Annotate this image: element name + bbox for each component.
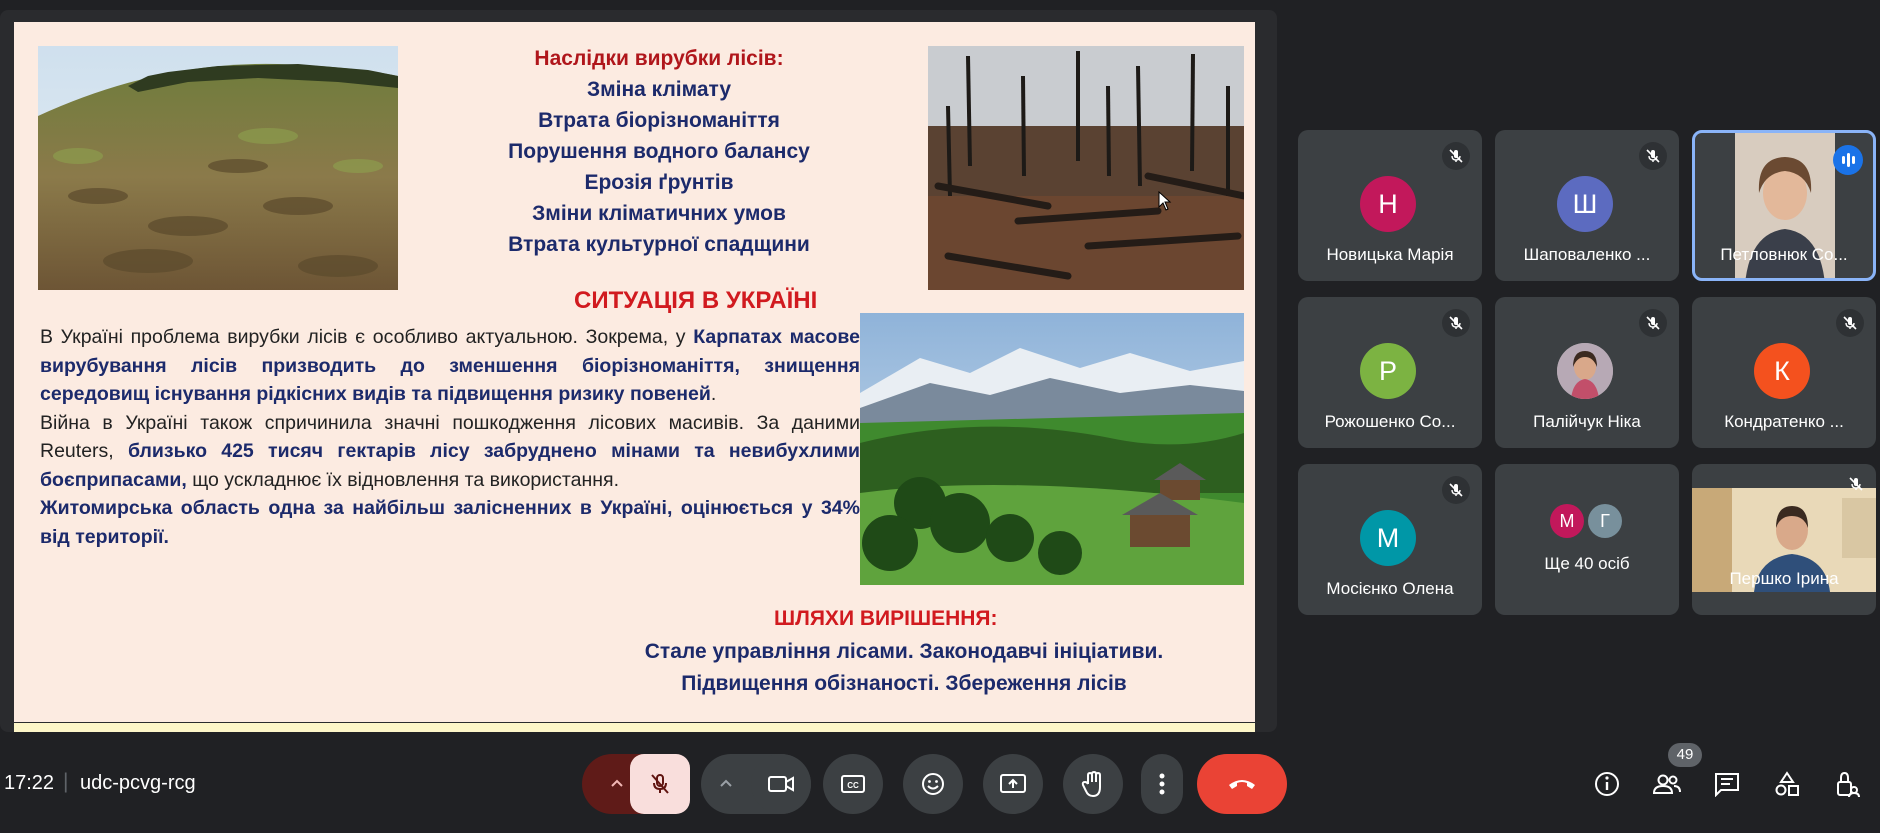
burned-forest-photo [928, 46, 1244, 290]
consequence-item: Ерозія ґрунтів [584, 171, 734, 194]
situation-body: В Україні проблема вирубки лісів є особл… [40, 323, 860, 551]
solutions-line-1: Стале управління лісами. Законодавчі іні… [644, 640, 1164, 663]
mic-off-icon [1442, 142, 1470, 170]
chat-button[interactable] [1707, 764, 1747, 804]
people-count-badge: 49 [1668, 743, 1702, 767]
avatar-photo [1557, 343, 1613, 399]
avatar: Г [1588, 504, 1622, 538]
speaking-indicator-icon [1833, 145, 1863, 175]
avatar: К [1754, 343, 1810, 399]
avatar: Ш [1557, 176, 1613, 232]
participant-tile[interactable]: Першко Ірина [1692, 464, 1876, 615]
info-icon [1595, 772, 1619, 796]
paragraph-war: Війна в Україні також спричинила значні … [40, 411, 860, 491]
participant-tile[interactable]: Р Рожошенко Со... [1298, 297, 1482, 448]
mouse-cursor-icon [1158, 191, 1172, 211]
leave-call-button[interactable] [1197, 754, 1287, 814]
avatar: Н [1360, 176, 1416, 232]
people-icon [1652, 774, 1681, 794]
participant-name: Петловнюк Со... [1720, 245, 1848, 264]
next-slide-edge [14, 723, 1255, 732]
avatar: Р [1360, 343, 1416, 399]
participant-name: Мосієнко Олена [1326, 579, 1454, 598]
consequence-item: Порушення водного балансу [508, 140, 810, 163]
participant-name: Першко Ірина [1729, 569, 1839, 588]
mic-off-icon [1442, 476, 1470, 504]
camera-toggle-button[interactable] [751, 754, 811, 814]
end-call-icon [1229, 780, 1255, 789]
consequence-item: Втрата біорізноманіття [538, 109, 780, 132]
situation-title: СИТУАЦІЯ В УКРАЇНІ [574, 287, 818, 314]
video-camera-icon [768, 776, 794, 792]
present-button[interactable] [983, 754, 1043, 814]
mic-off-icon [1639, 309, 1667, 337]
more-options-button[interactable] [1141, 754, 1183, 814]
participant-tile[interactable]: М Мосієнко Олена [1298, 464, 1482, 615]
mic-off-icon [1836, 309, 1864, 337]
participant-tile[interactable]: Ш Шаповаленко ... [1495, 130, 1679, 281]
mic-off-icon [651, 774, 669, 794]
video-options-button[interactable] [701, 754, 811, 814]
participant-name: Палійчук Ніка [1533, 412, 1641, 431]
carpathian-mountains-photo [860, 313, 1244, 585]
chevron-up-icon [611, 779, 623, 787]
paragraph-zhytomyr: Житомирська область одна за найбільш зал… [40, 497, 860, 548]
clearcut-hillside-photo [38, 46, 398, 290]
chevron-up-icon [720, 779, 732, 787]
chat-icon [1715, 773, 1739, 797]
consequence-item: Втрата культурної спадщини [508, 233, 810, 256]
paragraph-carpathians: В Україні проблема вирубки лісів є особл… [40, 326, 861, 405]
meeting-details-button[interactable] [1587, 764, 1627, 804]
mic-toggle-button[interactable] [630, 754, 690, 814]
meeting-separator: | [63, 770, 69, 793]
mic-off-icon [1639, 142, 1667, 170]
consequence-item: Зміни кліматичних умов [532, 202, 786, 225]
mic-off-icon [1848, 476, 1864, 497]
consequences-title: Наслідки вирубки лісів: [534, 47, 784, 70]
shapes-icon [1775, 771, 1799, 796]
avatar: М [1360, 510, 1416, 566]
shared-screen: Наслідки вирубки лісів: Зміна клімату Вт… [0, 10, 1277, 732]
participant-tile[interactable]: Палійчук Ніка [1495, 297, 1679, 448]
participant-tile[interactable]: Н Новицька Марія [1298, 130, 1482, 281]
participant-name: Шаповаленко ... [1523, 245, 1651, 264]
reactions-button[interactable] [903, 754, 963, 814]
more-avatars: М Г [1550, 504, 1622, 538]
participant-name: Кондратенко ... [1724, 412, 1844, 431]
meeting-code: udc-pcvg-rcg [80, 772, 196, 794]
captions-button[interactable]: CC [823, 754, 883, 814]
people-button[interactable] [1647, 764, 1687, 804]
activities-button[interactable] [1767, 764, 1807, 804]
host-controls-button[interactable] [1827, 764, 1867, 804]
consequence-item: Зміна клімату [586, 78, 732, 101]
mic-off-icon [1442, 309, 1470, 337]
more-participants-tile[interactable]: М Г Ще 40 осіб [1495, 464, 1679, 615]
svg-text:CC: CC [847, 781, 859, 790]
consequences-block: Наслідки вирубки лісів: Зміна клімату Вт… [454, 44, 864, 260]
participant-tile[interactable]: К Кондратенко ... [1692, 297, 1876, 448]
more-participants-label: Ще 40 осіб [1544, 554, 1630, 573]
raise-hand-button[interactable] [1063, 754, 1123, 814]
solutions-title: ШЛЯХИ ВИРІШЕННЯ: [774, 607, 998, 630]
participant-name: Новицька Марія [1326, 245, 1454, 264]
lock-person-icon [1837, 771, 1860, 798]
present-screen-icon [1000, 774, 1026, 793]
avatar: М [1550, 504, 1584, 538]
solutions-line-2: Підвищення обізнаності. Збереження лісів [681, 672, 1127, 695]
participant-name: Рожошенко Со... [1324, 412, 1456, 431]
closed-captions-icon: CC [841, 775, 865, 793]
participant-tile-active[interactable]: Петловнюк Со... [1692, 130, 1876, 281]
more-vert-icon [1159, 773, 1165, 795]
presentation-slide: Наслідки вирубки лісів: Зміна клімату Вт… [14, 22, 1255, 722]
hand-icon [1081, 770, 1101, 798]
emoji-icon [922, 773, 944, 795]
meeting-time: 17:22 [4, 772, 55, 794]
